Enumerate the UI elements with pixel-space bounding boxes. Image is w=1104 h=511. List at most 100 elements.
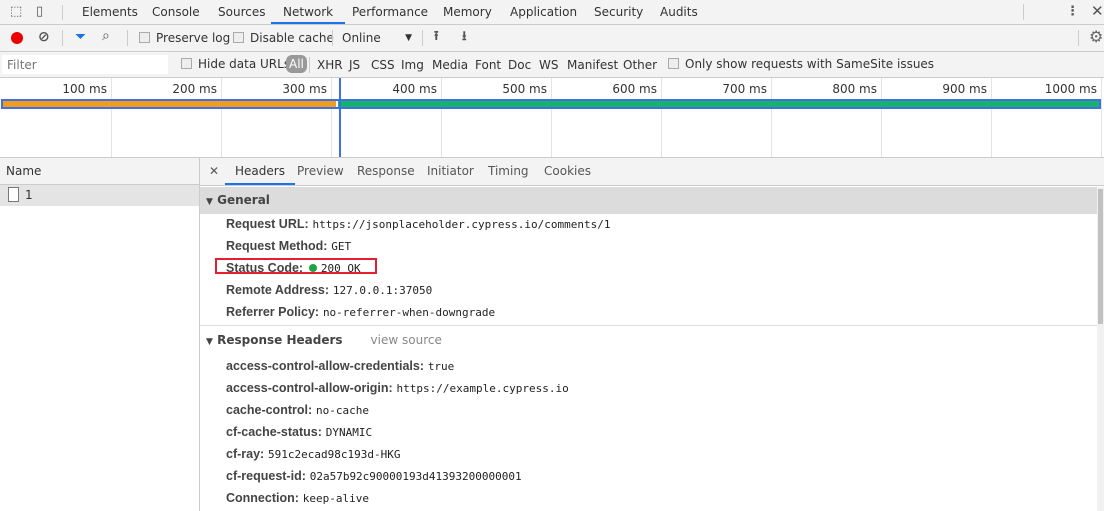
record-icon[interactable] (11, 32, 23, 44)
tab-cookies[interactable]: Cookies (544, 158, 591, 185)
samesite-label: Only show requests with SameSite issues (685, 57, 935, 71)
tab-headers[interactable]: Headers (225, 158, 295, 185)
header-key: Request URL: (226, 217, 309, 231)
header-value: no-referrer-when-downgrade (322, 306, 496, 319)
clear-icon[interactable]: ⊘ (38, 30, 50, 44)
request-bar[interactable] (1, 99, 1101, 109)
header-row: access-control-allow-origin: https://exa… (226, 381, 569, 395)
device-toolbar-icon[interactable]: ▯ (36, 5, 43, 18)
tab-timing[interactable]: Timing (488, 158, 529, 185)
request-row[interactable]: 1 (0, 185, 199, 206)
type-filter-font[interactable]: Font (475, 58, 501, 72)
triangle-down-icon: ▼ (206, 337, 213, 347)
response-headers-section-header[interactable]: ▼ Response Headers view source (200, 333, 1097, 353)
details-tab-bar: ✕ Headers Preview Response Initiator Tim… (200, 158, 1104, 186)
header-key: cf-request-id: (226, 469, 306, 483)
divider (200, 325, 1097, 326)
divider (1078, 30, 1079, 46)
header-row: access-control-allow-credentials: true (226, 359, 454, 373)
timeline-tick-label: 400 ms (392, 82, 437, 96)
inspect-element-icon[interactable]: ⬚ (10, 5, 22, 18)
document-icon (8, 187, 19, 202)
header-row: cache-control: no-cache (226, 403, 369, 417)
type-filter-all[interactable]: All (286, 55, 307, 73)
samesite-checkbox[interactable]: Only show requests with SameSite issues (668, 57, 934, 71)
header-key: access-control-allow-origin: (226, 381, 393, 395)
tab-console[interactable]: Console (152, 0, 200, 24)
tab-preview[interactable]: Preview (297, 158, 344, 185)
scrollbar-thumb[interactable] (1098, 189, 1103, 324)
timeline-gridline (1101, 78, 1102, 157)
header-key: Connection: (226, 491, 299, 505)
divider (309, 57, 310, 73)
tab-network[interactable]: Network (271, 0, 346, 24)
timeline-tick-label: 600 ms (612, 82, 657, 96)
filter-input[interactable] (2, 55, 168, 74)
header-key: cf-cache-status: (226, 425, 322, 439)
header-row: Connection: keep-alive (226, 491, 369, 505)
header-key: Request Method: (226, 239, 328, 253)
header-row: cf-ray: 591c2ecad98c193d-HKG (226, 447, 401, 461)
preserve-log-label: Preserve log (156, 31, 231, 45)
request-details-panel: ✕ Headers Preview Response Initiator Tim… (200, 158, 1104, 511)
more-options-icon[interactable]: ⋮ (1066, 5, 1079, 18)
type-filter-manifest[interactable]: Manifest (567, 58, 618, 72)
network-toolbar: ⊘ ⏷ ⌕ Preserve log Disable cache Online ▼… (0, 25, 1104, 52)
details-scrollbar[interactable] (1097, 187, 1104, 511)
timeline-tick-label: 700 ms (722, 82, 767, 96)
throttle-value: Online (342, 31, 381, 45)
timeline-tick-label: 300 ms (282, 82, 327, 96)
settings-gear-icon[interactable]: ⚙ (1089, 29, 1103, 45)
header-value: https://example.cypress.io (396, 382, 569, 395)
tab-audits[interactable]: Audits (660, 0, 698, 24)
tab-memory[interactable]: Memory (443, 0, 492, 24)
throttling-select[interactable]: Online ▼ (342, 31, 414, 45)
timeline-tick-label: 500 ms (502, 82, 547, 96)
type-filter-css[interactable]: CSS (371, 58, 395, 72)
download-segment (337, 101, 1099, 107)
type-filter-other[interactable]: Other (623, 58, 657, 72)
hide-data-urls-checkbox[interactable]: Hide data URLs (181, 57, 290, 71)
type-filter-xhr[interactable]: XHR (317, 58, 343, 72)
type-filter-ws[interactable]: WS (539, 58, 558, 72)
tab-initiator[interactable]: Initiator (427, 158, 474, 185)
timeline-tick-label: 200 ms (172, 82, 217, 96)
header-key: cf-ray: (226, 447, 265, 461)
tab-elements[interactable]: Elements (82, 0, 138, 24)
timeline-gridline (771, 78, 772, 157)
header-key: Referrer Policy: (226, 305, 320, 319)
type-filter-js[interactable]: JS (349, 58, 360, 72)
disable-cache-label: Disable cache (250, 31, 334, 45)
divider (62, 5, 63, 20)
tab-response[interactable]: Response (357, 158, 415, 185)
filter-bar: Hide data URLs All XHR JS CSS Img Media … (0, 52, 1104, 78)
close-icon[interactable]: ✕ (1091, 4, 1104, 19)
type-filter-media[interactable]: Media (432, 58, 468, 72)
tab-sources[interactable]: Sources (218, 0, 265, 24)
close-details-icon[interactable]: ✕ (209, 165, 219, 177)
header-value: true (427, 360, 455, 373)
tab-performance[interactable]: Performance (352, 0, 428, 24)
name-column-header[interactable]: Name (0, 158, 199, 185)
timeline-gridline (111, 78, 112, 157)
divider (1023, 4, 1024, 20)
network-overview-timeline[interactable]: 100 ms 200 ms 300 ms 400 ms 500 ms 600 ms 700 … (0, 78, 1104, 158)
general-section-header[interactable]: ▼ General (200, 187, 1097, 214)
disable-cache-checkbox[interactable]: Disable cache (233, 31, 334, 45)
preserve-log-checkbox[interactable]: Preserve log (139, 31, 230, 45)
tab-application[interactable]: Application (510, 0, 577, 24)
header-row: Remote Address: 127.0.0.1:37050 (226, 283, 432, 297)
type-filter-doc[interactable]: Doc (508, 58, 531, 72)
view-source-link[interactable]: view source (371, 333, 442, 347)
devtools-tab-bar: ⬚ ▯ Elements Console Sources Network Per… (0, 0, 1104, 25)
header-value: https://jsonplaceholder.cypress.io/comme… (312, 218, 611, 231)
tab-security[interactable]: Security (594, 0, 643, 24)
header-row: Request Method: GET (226, 239, 351, 253)
divider (422, 30, 423, 46)
search-icon[interactable]: ⌕ (102, 29, 110, 43)
export-har-icon[interactable]: ⭳ (462, 30, 467, 43)
hide-data-urls-label: Hide data URLs (198, 57, 291, 71)
type-filter-img[interactable]: Img (401, 58, 424, 72)
import-har-icon[interactable]: ⭱ (434, 30, 439, 43)
filter-icon[interactable]: ⏷ (75, 30, 86, 44)
